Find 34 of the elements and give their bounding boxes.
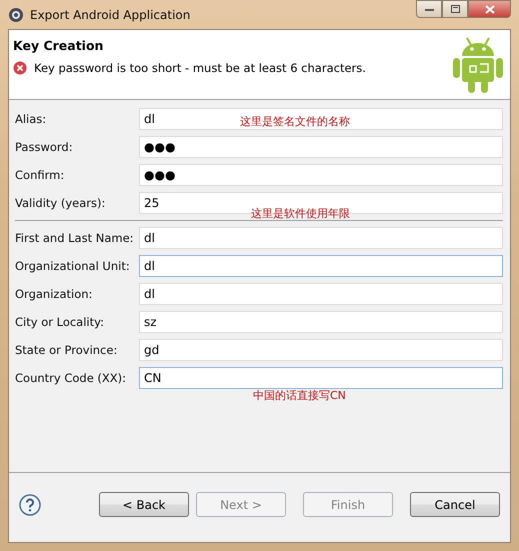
field-label: Validity (years): xyxy=(15,196,106,210)
input-field[interactable]: dl xyxy=(139,227,503,249)
window-title: Export Android Application xyxy=(30,8,192,22)
maximize-icon xyxy=(450,5,460,13)
page-title: Key Creation xyxy=(13,38,104,53)
input-field[interactable]: gd xyxy=(139,339,503,361)
field-label: First and Last Name: xyxy=(15,231,135,245)
field-label: Alias: xyxy=(15,112,48,126)
minimize-button[interactable] xyxy=(416,0,442,18)
field-label: City or Locality: xyxy=(15,315,105,329)
back-button[interactable]: < Back xyxy=(99,492,189,517)
field-label: Confirm: xyxy=(15,168,66,182)
gear-icon xyxy=(8,6,24,22)
input-field[interactable]: CN xyxy=(139,367,503,389)
input-field[interactable]: dl xyxy=(139,283,503,305)
maximize-button[interactable] xyxy=(442,0,468,18)
close-button[interactable] xyxy=(468,0,511,18)
close-icon xyxy=(484,4,494,14)
input-field[interactable]: ●●● xyxy=(139,164,503,186)
minimize-icon xyxy=(424,8,434,10)
field-label: State or Province: xyxy=(15,343,118,357)
annotation-text: 这里是签名文件的名称 xyxy=(240,114,350,129)
field-label: Organization: xyxy=(15,287,94,301)
field-label: Country Code (XX): xyxy=(15,371,128,385)
cancel-button[interactable]: Cancel xyxy=(410,492,500,517)
annotation-text: 中国的话直接写CN xyxy=(253,388,346,403)
error-icon xyxy=(13,61,27,75)
input-field[interactable]: ●●● xyxy=(139,136,503,158)
field-label: Organizational Unit: xyxy=(15,259,131,273)
input-field[interactable]: sz xyxy=(139,311,503,333)
field-label: Password: xyxy=(15,140,74,154)
help-icon[interactable] xyxy=(19,494,41,516)
error-message: Key password is too short - must be at least 6 characters. xyxy=(34,61,366,75)
input-field[interactable]: dl xyxy=(139,255,503,277)
